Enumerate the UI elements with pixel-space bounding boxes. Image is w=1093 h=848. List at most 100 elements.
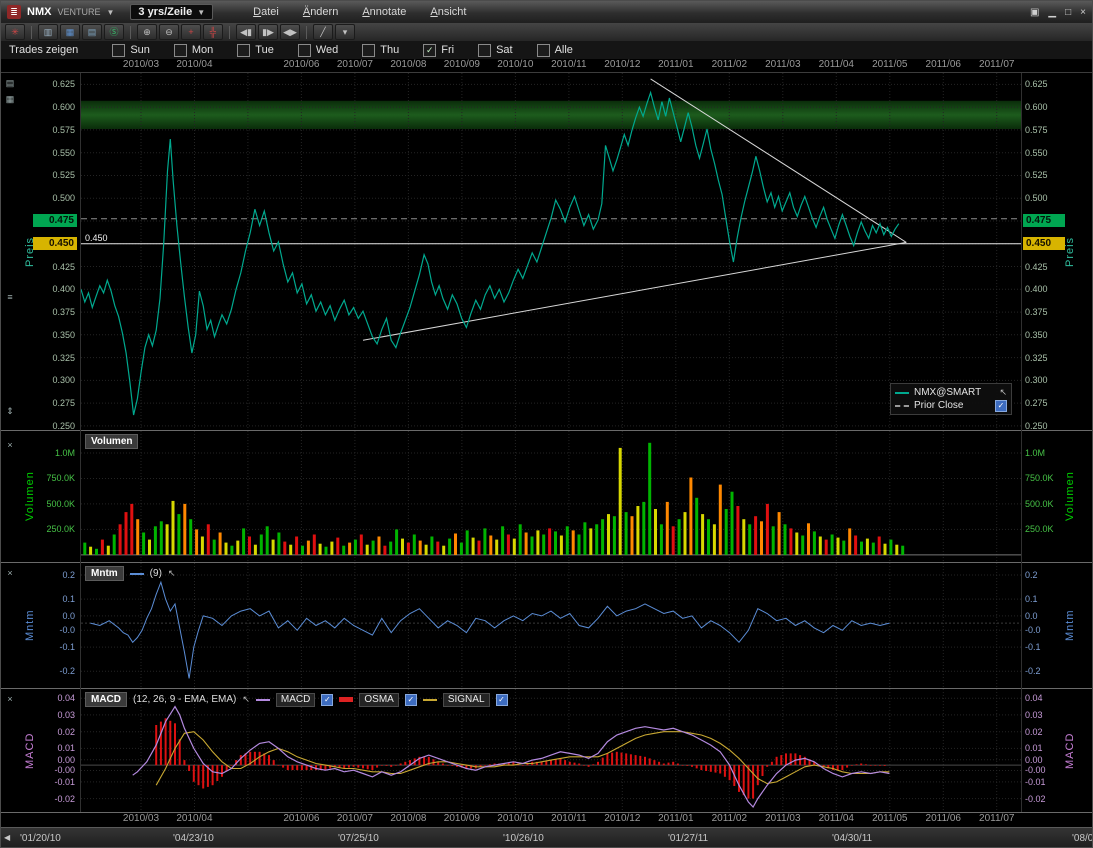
price-panel-settings-icon[interactable]: ▤ <box>3 77 17 89</box>
macd-pointer-icon[interactable]: ↖ <box>242 694 250 705</box>
candle-style-icon[interactable]: ▦ <box>60 24 80 40</box>
macd-panel-close-icon[interactable]: × <box>3 693 17 705</box>
more-tools-icon[interactable]: ▾ <box>335 24 355 40</box>
scrollbar-date-label: '07/25/10 <box>338 833 379 844</box>
weekday-checkboxes: Sun Mon Tue Wed Thu ✓ Fri Sat Alle <box>112 43 573 57</box>
axis-marker-0.450: 0.450 <box>1023 236 1065 250</box>
price-chart[interactable] <box>81 73 1021 430</box>
volume-panel-close-icon[interactable]: × <box>3 439 17 451</box>
macd-chart[interactable] <box>81 689 1021 812</box>
macd-checkbox[interactable]: ✓ <box>321 693 334 706</box>
maximize-icon[interactable]: □ <box>1065 7 1071 18</box>
date-label: 2010/10 <box>497 59 534 70</box>
legend-row-prior-close: Prior Close ✓ <box>895 399 1007 412</box>
osma-checkbox[interactable]: ✓ <box>404 693 417 706</box>
date-label: 2010/12 <box>604 59 641 70</box>
toolbar-separator <box>306 25 307 39</box>
delete-annotation-icon[interactable]: ✳ <box>5 24 25 40</box>
scrollbar-date-label: '10/26/10 <box>503 833 544 844</box>
checkbox-box <box>297 43 311 57</box>
symbol-label: NMX <box>27 6 52 18</box>
checkbox-label: Thu <box>380 44 400 56</box>
minimize-icon[interactable]: ▁ <box>1048 7 1056 18</box>
hline-price-label: 0.450 <box>85 232 108 243</box>
axis-marker-0.450: 0.450 <box>33 236 77 250</box>
pin-window-icon[interactable]: ▣ <box>1030 7 1039 18</box>
axis-title: Volumen <box>24 471 36 522</box>
panel-drag-handle-icon[interactable]: ≡ <box>3 291 17 303</box>
date-label: 2010/09 <box>443 59 480 70</box>
checkbox-box <box>362 43 376 57</box>
trades-filter-row: Trades zeigen Sun Mon Tue Wed Thu ✓ Fri Sat Alle <box>1 41 1092 59</box>
menu-annotate[interactable]: Annotate <box>362 6 406 18</box>
menu-aendern[interactable]: Ändern <box>303 6 338 18</box>
pan-right-icon[interactable]: ▮▶ <box>258 24 278 40</box>
histogram-style-icon[interactable]: ▤ <box>82 24 102 40</box>
date-label: 2011/01 <box>658 813 694 824</box>
signal-checkbox[interactable]: ✓ <box>495 693 508 706</box>
mntm-pointer-icon[interactable]: ↖ <box>168 568 176 579</box>
checkbox-tue[interactable]: Tue <box>237 43 274 57</box>
price-legend: NMX@SMART ↖ Prior Close ✓ <box>890 383 1012 415</box>
checkbox-thu[interactable]: Thu <box>362 43 400 57</box>
timeframe-dropdown[interactable]: 3 yrs/Zeile ▼ <box>130 4 214 20</box>
axis-title: Mntm <box>24 609 36 642</box>
legend-label-macd: MACD <box>275 692 316 707</box>
toolbar-separator <box>31 25 32 39</box>
macd-params-label: (12, 26, 9 - EMA, EMA) <box>133 694 237 705</box>
checkbox-wed[interactable]: Wed <box>297 43 338 57</box>
checkbox-alle[interactable]: Alle <box>536 43 573 57</box>
time-scrollbar[interactable]: ◀ '01/20/10 '04/23/10 '07/25/10 '10/26/10 '01… <box>1 827 1092 847</box>
scrollbar-date-label: '01/20/10 <box>20 833 61 844</box>
zoom-in-icon[interactable]: ⊕ <box>137 24 157 40</box>
zoom-x-icon[interactable]: ◀▶ <box>280 24 300 40</box>
timeframe-label: 3 yrs/Zeile <box>138 6 193 18</box>
date-label: 2010/07 <box>336 59 373 70</box>
checkbox-label: Sun <box>130 44 150 56</box>
date-label: 2011/04 <box>818 813 854 824</box>
mntm-panel-title: Mntm <box>85 566 124 581</box>
toolbar: ✳ ▥ ▦ ▤ Ⓢ ⊕ ⊖ + ╬ ◀▮ ▮▶ ◀▶ ╱ ▾ <box>1 23 1092 41</box>
checkbox-box: ✓ <box>423 43 437 57</box>
symbol-dropdown-icon[interactable]: ▼ <box>106 8 114 17</box>
mntm-line-swatch <box>129 572 144 575</box>
volume-chart[interactable] <box>81 431 1021 562</box>
macd-panel-title: MACD <box>85 692 127 707</box>
checkbox-mon[interactable]: Mon <box>173 43 213 57</box>
legend-line-swatch <box>339 697 354 702</box>
plot-right-border <box>1021 73 1022 812</box>
bar-style-icon[interactable]: ▥ <box>38 24 58 40</box>
menu-datei[interactable]: Datei <box>253 6 279 18</box>
scrollbar-date-label: '01/27/11 <box>668 833 709 844</box>
crosshair-icon[interactable]: + <box>181 24 201 40</box>
date-label: 2011/02 <box>711 813 748 824</box>
mntm-chart[interactable] <box>81 563 1021 688</box>
tws-chart-window: ≣ NMX VENTURE ▼ 3 yrs/Zeile ▼ Datei Änder… <box>0 0 1093 848</box>
price-panel-tools-icon[interactable]: ▦ <box>3 93 17 105</box>
zoom-out-icon[interactable]: ⊖ <box>159 24 179 40</box>
date-label: 2011/05 <box>872 813 908 824</box>
checkbox-sat[interactable]: Sat <box>478 43 513 57</box>
mntm-panel-close-icon[interactable]: × <box>3 567 17 579</box>
snapshot-icon[interactable]: Ⓢ <box>104 24 124 40</box>
legend-pointer-icon[interactable]: ↖ <box>999 387 1007 398</box>
checkbox-fri[interactable]: ✓ Fri <box>423 43 454 57</box>
checkbox-label: Sat <box>496 44 513 56</box>
panel-splitter-icon[interactable]: ⇕ <box>3 405 17 417</box>
menu-ansicht[interactable]: Ansicht <box>430 6 466 18</box>
dotted-crosshair-icon[interactable]: ╬ <box>203 24 223 40</box>
toolbar-separator <box>229 25 230 39</box>
trendline-tool-icon[interactable]: ╱ <box>313 24 333 40</box>
legend-line-swatch <box>255 698 270 701</box>
close-icon[interactable]: × <box>1080 7 1086 18</box>
date-label: 2011/07 <box>979 59 1015 70</box>
legend-label-osma: OSMA <box>359 692 399 707</box>
axis-title: Preis <box>1064 236 1076 267</box>
chevron-down-icon: ▼ <box>197 7 206 17</box>
prior-close-checkbox[interactable]: ✓ <box>995 399 1007 412</box>
pan-left-icon[interactable]: ◀▮ <box>236 24 256 40</box>
axis-marker-0.475: 0.475 <box>1023 213 1065 227</box>
scrollbar-left-arrow[interactable]: ◀ <box>4 833 10 842</box>
checkbox-sun[interactable]: Sun <box>112 43 150 57</box>
date-label: 2011/03 <box>765 59 801 70</box>
